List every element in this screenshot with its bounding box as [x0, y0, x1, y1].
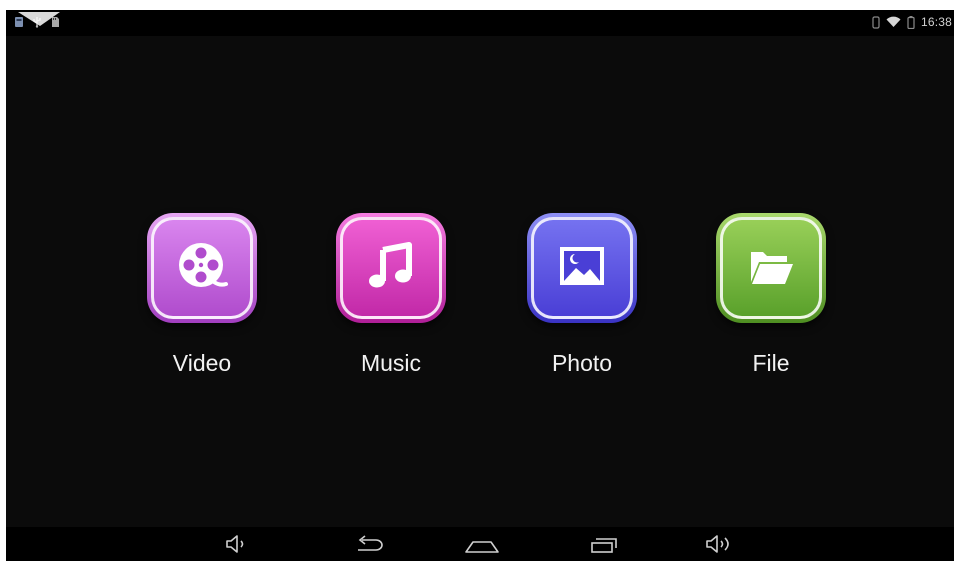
- home-button[interactable]: [460, 531, 504, 557]
- app-music-label: Music: [360, 350, 422, 376]
- app-photo-label: Photo: [551, 350, 613, 376]
- app-file-label: File: [752, 350, 790, 376]
- picture-icon: [554, 238, 610, 299]
- sd-card-icon: [50, 16, 60, 28]
- app-photo-tile[interactable]: [527, 213, 637, 323]
- app-photo[interactable]: Photo: [512, 213, 652, 393]
- home-screen: 16:38 Video Music Photo File: [6, 10, 954, 561]
- volume-down-icon: [223, 533, 253, 555]
- volume-up-button[interactable]: [698, 531, 742, 557]
- bluetooth-icon: [872, 15, 880, 29]
- battery-icon: [907, 15, 915, 29]
- app-video-tile[interactable]: [147, 213, 257, 323]
- volume-down-button[interactable]: [216, 531, 260, 557]
- home-icon: [463, 533, 501, 555]
- status-clock: 16:38: [920, 15, 952, 29]
- status-notifications: [14, 16, 60, 28]
- recent-apps-icon: [586, 533, 620, 555]
- app-file[interactable]: File: [701, 213, 841, 393]
- app-music[interactable]: Music: [321, 213, 461, 393]
- navigation-bar: [6, 527, 954, 561]
- app-file-tile[interactable]: [716, 213, 826, 323]
- app-video-label: Video: [172, 350, 232, 376]
- back-button[interactable]: [347, 531, 391, 557]
- usb-icon: [32, 16, 42, 28]
- status-bar: 16:38: [6, 10, 954, 36]
- recent-apps-button[interactable]: [581, 531, 625, 557]
- app-video[interactable]: Video: [132, 213, 272, 393]
- film-reel-icon: [174, 238, 230, 299]
- app-notification-icon: [14, 16, 24, 28]
- back-icon: [352, 533, 386, 555]
- music-note-icon: [363, 238, 419, 299]
- volume-up-icon: [703, 533, 737, 555]
- app-music-tile[interactable]: [336, 213, 446, 323]
- folder-icon: [743, 238, 799, 299]
- status-system: 16:38: [872, 15, 952, 29]
- wifi-icon: [886, 16, 901, 28]
